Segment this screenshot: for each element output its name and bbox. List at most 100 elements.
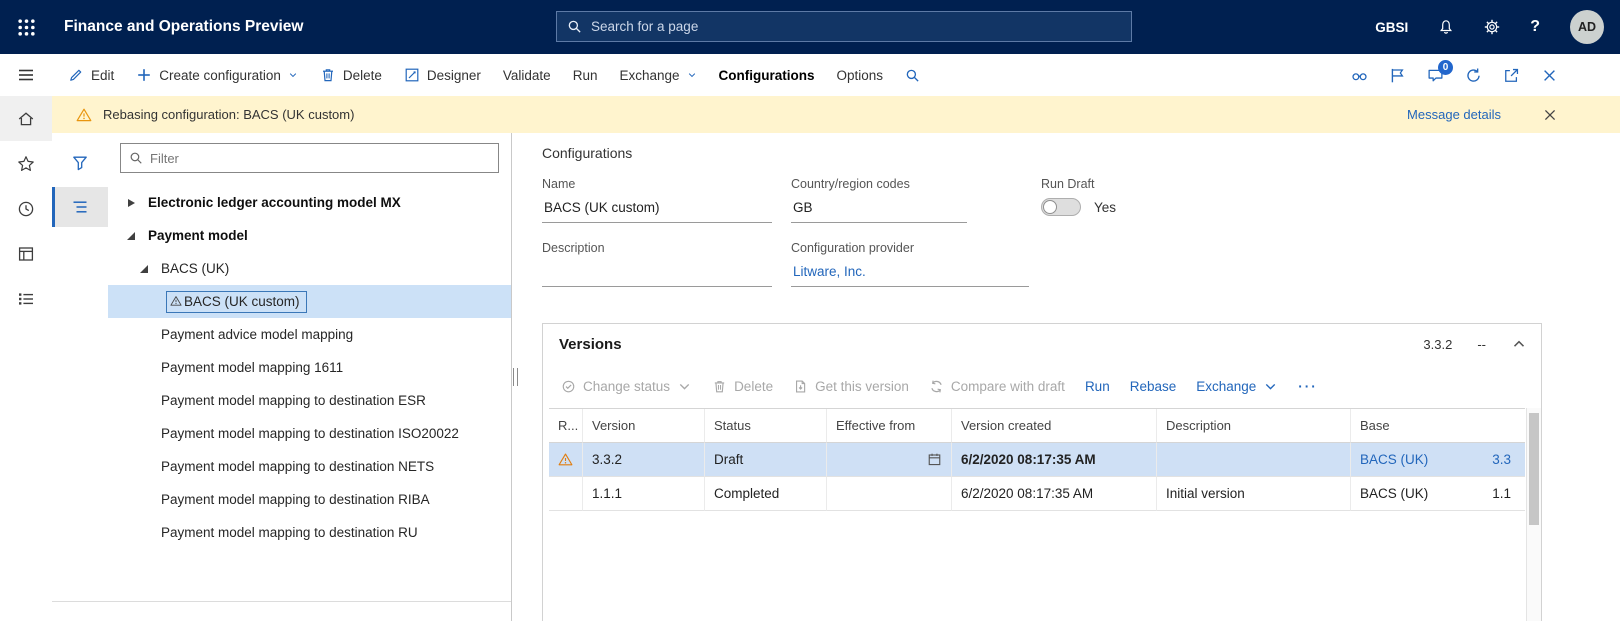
delete-button[interactable]: Delete xyxy=(309,54,393,96)
configurations-tree-panel: Electronic ledger accounting model MX Pa… xyxy=(52,133,512,621)
recent-clock-icon[interactable] xyxy=(0,186,52,231)
run-draft-toggle[interactable] xyxy=(1041,198,1081,216)
scrollbar-thumb[interactable] xyxy=(1529,413,1539,525)
modules-list-icon[interactable] xyxy=(0,276,52,321)
settings-gear-icon[interactable] xyxy=(1484,19,1500,35)
user-avatar[interactable]: AD xyxy=(1570,10,1604,44)
refresh-icon[interactable] xyxy=(1465,67,1482,84)
close-icon[interactable] xyxy=(1541,67,1558,84)
tree-item[interactable]: Payment model mapping to destination ESR xyxy=(108,384,511,417)
selected-node-box: BACS (UK custom) xyxy=(166,290,307,313)
create-configuration-button[interactable]: Create configuration xyxy=(125,54,309,96)
tree-item[interactable]: BACS (UK) xyxy=(108,252,511,285)
rebase-button[interactable]: Rebase xyxy=(1120,374,1187,399)
provider-field: Configuration provider Litware, Inc. xyxy=(791,241,1029,287)
col-base[interactable]: Base xyxy=(1351,409,1525,443)
hamburger-menu-icon[interactable] xyxy=(0,54,52,96)
collapse-icon[interactable] xyxy=(122,231,140,240)
version-row-selected[interactable]: 3.3.2 Draft 6/2/2020 08:17:35 AM BACS (U… xyxy=(549,443,1525,477)
get-this-version-button[interactable]: Get this version xyxy=(783,374,919,399)
exchange-menu-button[interactable]: Exchange xyxy=(608,54,707,96)
run-version-button[interactable]: Run xyxy=(1075,374,1120,399)
description-field: Description xyxy=(542,241,772,287)
col-effective-from[interactable]: Effective from xyxy=(827,409,952,443)
app-title: Finance and Operations Preview xyxy=(64,18,304,35)
run-button[interactable]: Run xyxy=(562,54,609,96)
base-version-link[interactable]: 3.3 xyxy=(1492,452,1511,467)
tab-configurations[interactable]: Configurations xyxy=(708,54,826,96)
col-version-created[interactable]: Version created xyxy=(952,409,1157,443)
description-cell: Initial version xyxy=(1157,477,1351,511)
col-record-warning[interactable]: R... xyxy=(549,409,583,443)
notifications-bell-icon[interactable] xyxy=(1438,19,1454,35)
provider-link[interactable]: Litware, Inc. xyxy=(791,262,1029,287)
base-cell: BACS (UK) 1.1 xyxy=(1351,477,1525,511)
version-row[interactable]: 1.1.1 Completed 6/2/2020 08:17:35 AM Ini… xyxy=(549,477,1525,511)
col-description[interactable]: Description xyxy=(1157,409,1351,443)
filter-funnel-icon[interactable] xyxy=(52,143,108,183)
tree-filter-box[interactable] xyxy=(120,143,499,173)
tree-item[interactable]: Payment model mapping to destination ISO… xyxy=(108,417,511,450)
col-version[interactable]: Version xyxy=(583,409,705,443)
tree-item[interactable]: Payment model xyxy=(108,219,511,252)
toggle-knob xyxy=(1043,200,1057,214)
tree-item[interactable]: Electronic ledger accounting model MX xyxy=(108,186,511,219)
country-value[interactable]: GB xyxy=(791,198,967,223)
company-selector[interactable]: GBSI xyxy=(1375,20,1408,35)
edit-button[interactable]: Edit xyxy=(57,54,125,96)
compare-with-draft-button[interactable]: Compare with draft xyxy=(919,374,1075,399)
base-config-text: BACS (UK) xyxy=(1360,486,1429,501)
tree-item[interactable]: Payment model mapping 1611 xyxy=(108,351,511,384)
tree-item[interactable]: Payment model mapping to destination NET… xyxy=(108,450,511,483)
message-text: Rebasing configuration: BACS (UK custom) xyxy=(103,107,355,122)
status-icon xyxy=(561,379,576,394)
tree-item[interactable]: Payment advice model mapping xyxy=(108,318,511,351)
collapse-icon[interactable] xyxy=(135,264,153,273)
action-search-icon[interactable] xyxy=(894,54,931,96)
version-cell: 3.3.2 xyxy=(583,443,705,477)
more-options-button[interactable]: ··· xyxy=(1288,374,1328,399)
tree-view-icon[interactable] xyxy=(52,187,108,227)
tree-item[interactable]: Payment model mapping to destination RIB… xyxy=(108,483,511,516)
country-field: Country/region codes GB xyxy=(791,177,967,223)
tree-item[interactable]: Payment model mapping to destination RU xyxy=(108,516,511,549)
col-status[interactable]: Status xyxy=(705,409,827,443)
help-icon[interactable]: ? xyxy=(1530,18,1540,36)
versions-grid: R... Version Status Effective from Versi… xyxy=(549,408,1525,511)
effective-from-cell xyxy=(827,443,952,477)
grid-scrollbar[interactable] xyxy=(1526,408,1541,621)
global-search-input[interactable] xyxy=(591,19,1121,34)
workspaces-icon[interactable] xyxy=(0,231,52,276)
validate-button[interactable]: Validate xyxy=(492,54,562,96)
flag-icon[interactable] xyxy=(1389,67,1406,84)
tree-filter-input[interactable] xyxy=(150,150,490,166)
open-new-window-icon[interactable] xyxy=(1503,67,1520,84)
message-details-link[interactable]: Message details xyxy=(1407,107,1501,122)
expander-icon[interactable] xyxy=(122,198,140,207)
left-navigation-rail xyxy=(0,54,52,621)
calendar-icon[interactable] xyxy=(927,452,942,467)
message-close-icon[interactable] xyxy=(1542,107,1558,123)
global-search-box[interactable] xyxy=(556,11,1132,42)
splitter-grip-icon xyxy=(512,368,518,386)
attachments-icon[interactable]: 0 xyxy=(1427,59,1453,84)
collapse-chevron-up-icon[interactable] xyxy=(1511,336,1527,352)
base-config-link[interactable]: BACS (UK) xyxy=(1360,452,1428,467)
search-icon xyxy=(567,19,582,34)
name-value[interactable]: BACS (UK custom) xyxy=(542,198,772,223)
message-bar: Rebasing configuration: BACS (UK custom)… xyxy=(52,96,1620,133)
app-launcher-waffle-icon[interactable] xyxy=(0,0,52,54)
eyeglasses-icon[interactable] xyxy=(1351,67,1368,84)
description-value[interactable] xyxy=(542,262,772,287)
configuration-detail-pane: Configurations Name BACS (UK custom) Cou… xyxy=(518,133,1620,621)
top-navigation-bar: Finance and Operations Preview GBSI ? AD xyxy=(0,0,1620,54)
tab-options[interactable]: Options xyxy=(826,54,895,96)
favorites-star-icon[interactable] xyxy=(0,141,52,186)
tree-item-selected[interactable]: BACS (UK custom) xyxy=(108,285,511,318)
home-icon[interactable] xyxy=(0,96,52,141)
versions-title: Versions xyxy=(559,335,622,353)
designer-button[interactable]: Designer xyxy=(393,54,492,96)
change-status-button[interactable]: Change status xyxy=(551,374,702,399)
delete-version-button[interactable]: Delete xyxy=(702,374,783,399)
exchange-version-button[interactable]: Exchange xyxy=(1186,374,1288,399)
